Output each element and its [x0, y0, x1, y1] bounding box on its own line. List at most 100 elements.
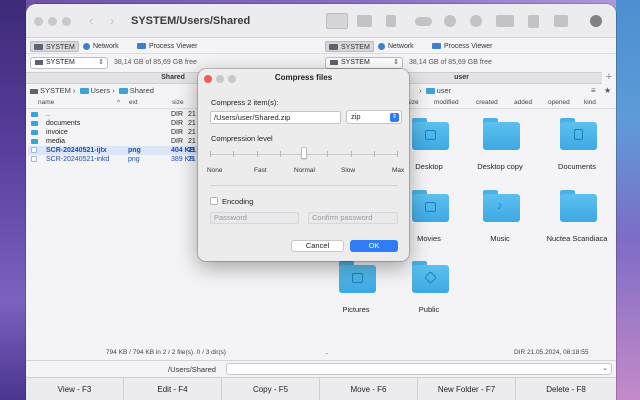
pictures-folder-icon [339, 261, 376, 293]
level-max: Max [392, 167, 405, 174]
right-tab-network[interactable]: Network [375, 41, 417, 52]
globe-icon [83, 42, 90, 50]
col-kind[interactable]: kind [584, 99, 596, 106]
encoding-label: Encoding [222, 197, 254, 206]
view-button[interactable]: View - F3 [26, 378, 124, 400]
minimize-window-button[interactable] [48, 17, 57, 26]
desktop-wallpaper-left [0, 0, 26, 400]
list-view-icon[interactable] [326, 13, 348, 29]
sort-chevron-icon: ^ [117, 99, 121, 106]
slider-tick [280, 151, 281, 157]
left-tab-process-viewer[interactable]: Process Viewer [134, 41, 201, 52]
move-button[interactable]: Move - F6 [320, 378, 418, 400]
function-key-bar: View - F3 Edit - F4 Copy - F5 Move - F6 … [26, 377, 616, 400]
command-input[interactable]: ⌄ [226, 363, 612, 375]
info-icon[interactable] [444, 15, 456, 27]
col-opened[interactable]: opened [548, 99, 570, 106]
eye-icon[interactable] [470, 15, 482, 27]
tile-pictures[interactable]: Pictures [316, 261, 396, 331]
columns-view-icon[interactable] [357, 15, 372, 27]
edit-button[interactable]: Edit - F4 [124, 378, 222, 400]
folder-icon [79, 88, 89, 95]
right-status-path: .. [325, 349, 329, 356]
col-added[interactable]: added [514, 99, 532, 106]
crumb-system[interactable]: SYSTEM [40, 86, 71, 95]
right-drive-select[interactable]: SYSTEM ⇕ [325, 57, 403, 69]
col-ext[interactable]: ext [129, 99, 138, 106]
folder-icon [31, 130, 38, 135]
archive-path-input[interactable]: /Users/user/Shared.zip [210, 111, 341, 124]
level-slow: Slow [341, 167, 356, 174]
download-icon[interactable] [590, 15, 602, 27]
add-tab-icon[interactable]: + [602, 70, 616, 84]
drive-icon [330, 59, 338, 65]
compression-level-label: Compression level [211, 134, 273, 143]
tile-desktop-copy[interactable]: Desktop copy [460, 118, 540, 188]
tile-music[interactable]: ♪ Music [460, 190, 540, 260]
new-folder-button[interactable]: New Folder - F7 [418, 378, 516, 400]
folder-icon [118, 88, 128, 95]
chevron-updown-icon: ⇕ [390, 113, 399, 122]
toggle-icon[interactable] [415, 17, 432, 26]
slider-tick [257, 151, 258, 157]
left-tab-network[interactable]: Network [80, 41, 122, 52]
delete-button[interactable]: Delete - F8 [516, 378, 616, 400]
drive-icon [30, 88, 38, 94]
tile-documents[interactable]: Documents [537, 118, 616, 188]
dialog-subtitle: Compress 2 item(s): [211, 98, 279, 107]
right-tab-process-viewer[interactable]: Process Viewer [429, 41, 496, 52]
level-normal: Normal [294, 167, 315, 174]
encoding-checkbox[interactable] [210, 197, 218, 205]
copy-button[interactable]: Copy - F5 [222, 378, 320, 400]
documents-folder-icon [560, 118, 597, 150]
archive-icon[interactable] [528, 15, 539, 28]
forward-arrow-icon[interactable]: › [110, 13, 114, 28]
right-tab-system[interactable]: SYSTEM [325, 41, 374, 52]
drive-icon [35, 59, 43, 65]
titlebar: ‹ › SYSTEM/Users/Shared [26, 4, 616, 38]
music-folder-icon: ♪ [483, 190, 520, 222]
folder-icon [31, 121, 38, 126]
folder-icon [31, 139, 38, 144]
desktop-folder-icon [412, 118, 449, 150]
left-free-space: 38,14 GB of 85,69 GB free [114, 59, 197, 66]
format-select[interactable]: zip ⇕ [346, 110, 402, 124]
slider-tick [210, 151, 211, 157]
crumb-shared[interactable]: Shared [130, 86, 154, 95]
split-view-icon[interactable] [386, 15, 396, 27]
menu-icon[interactable]: ≡ [591, 85, 596, 97]
col-name[interactable]: name [38, 99, 54, 106]
col-created[interactable]: created [476, 99, 498, 106]
chevron-down-icon[interactable]: ⌄ [602, 364, 608, 372]
cancel-button[interactable]: Cancel [291, 240, 344, 252]
compression-slider-knob[interactable] [301, 147, 307, 159]
star-icon[interactable]: ★ [604, 85, 611, 97]
level-fast: Fast [254, 167, 267, 174]
col-size[interactable]: size [172, 99, 184, 106]
tile-public[interactable]: Public [389, 261, 469, 331]
crumb-user[interactable]: user [437, 86, 452, 95]
folder-icon [31, 112, 38, 117]
ok-button[interactable]: OK [350, 240, 398, 252]
col-modified[interactable]: modified [434, 99, 459, 106]
back-arrow-icon[interactable]: ‹ [89, 13, 93, 28]
right-breadcrumb: › user ≡ ★ [419, 85, 612, 97]
password-input[interactable]: Password [210, 212, 299, 224]
close-window-button[interactable] [34, 17, 43, 26]
drive-icon [34, 44, 43, 51]
tile-nuctea-scandiaca[interactable]: Nuctea Scandiaca [537, 190, 616, 260]
current-path: /Users/Shared [168, 365, 216, 374]
left-tab-system[interactable]: SYSTEM [30, 41, 79, 52]
command-line: /Users/Shared ⌄ [26, 360, 616, 376]
crumb-users[interactable]: Users [91, 86, 111, 95]
globe-icon [378, 42, 385, 50]
left-drive-select[interactable]: SYSTEM ⇕ [30, 57, 108, 69]
right-status-info: DIR 21.05.2024, 08:18:55 [514, 349, 589, 356]
window-title: SYSTEM/Users/Shared [131, 15, 251, 27]
drive-icon [329, 44, 338, 51]
folder-toolbar-icon[interactable] [554, 15, 568, 27]
chevron-updown-icon: ⇕ [393, 59, 399, 66]
confirm-password-input[interactable]: Confirm password [308, 212, 398, 224]
binoculars-icon[interactable] [496, 15, 514, 27]
zoom-window-button[interactable] [62, 17, 71, 26]
